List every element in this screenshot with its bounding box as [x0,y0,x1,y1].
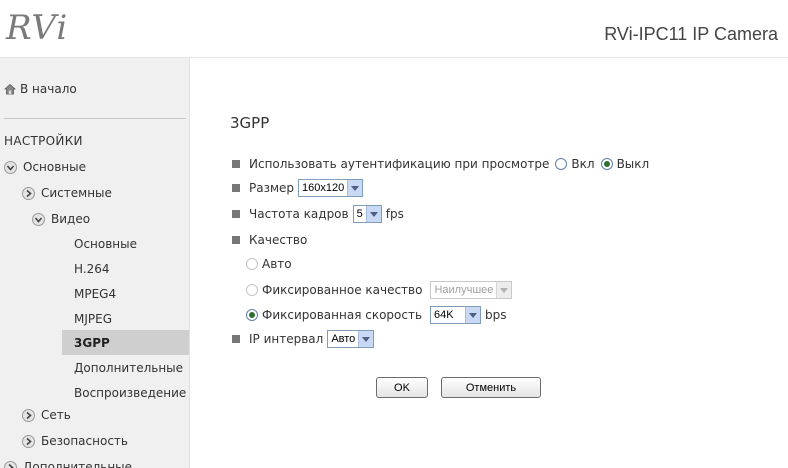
sidebar-divider [4,118,186,119]
bitrate-select-value: 64K [434,309,454,321]
ip-interval-select[interactable]: Авто [327,330,375,348]
framerate-select[interactable]: 5 [352,205,382,223]
sidebar-subitem-label: MJPEG [74,311,113,326]
chevron-down-icon [4,160,17,174]
rvi-logo: RVi [6,8,69,48]
sidebar-subitem-label: H.264 [74,261,110,276]
bitrate-fixed-radio[interactable] [246,309,258,321]
size-select[interactable]: 160x120 [298,179,364,197]
quality-row: Качество [232,230,307,250]
home-icon [3,83,17,95]
sidebar-item-label: Видео [51,212,91,226]
bitrate-unit: bps [485,308,507,322]
sidebar-item-basic[interactable]: Основные [4,156,86,178]
product-title: RVi-IPC11 IP Camera [604,24,778,44]
framerate-select-value: 5 [356,208,363,220]
sidebar-item-video-basic[interactable]: Основные [62,231,189,256]
sidebar-item-label: Сеть [41,408,71,422]
quality-fixed-row: Фиксированное качество Наилучшее [246,280,516,300]
auth-row: Использовать аутентификацию при просмотр… [232,154,649,174]
auth-on-radio[interactable] [555,158,568,170]
quality-label: Качество [249,233,308,247]
size-label: Размер [249,181,295,195]
sidebar-subitem-label: Основные [74,236,138,251]
bullet-icon [232,210,240,218]
quality-fixed-radio[interactable] [246,284,258,296]
sidebar-item-network[interactable]: Сеть [22,404,71,426]
chevron-right-icon [22,434,35,448]
page-header: RVi RVi-IPC11 IP Camera [0,0,788,58]
sidebar-item-3gpp[interactable]: 3GPP [62,330,189,355]
ip-interval-label: IP интервал [249,332,324,346]
chevron-down-icon [365,206,381,222]
sidebar-section-title: НАСТРОЙКИ [4,134,83,148]
chevron-down-icon [347,180,363,196]
quality-auto-radio[interactable] [246,258,258,270]
auth-off-radio[interactable] [600,158,613,170]
ip-interval-row: IP интервал Авто [232,329,378,349]
bullet-icon [232,236,240,244]
bitrate-fixed-row: Фиксированная скорость 64K bps [246,305,507,325]
bullet-icon [232,184,240,192]
chevron-right-icon [22,408,35,422]
sidebar-item-advanced[interactable]: Дополнительные [62,355,189,380]
sidebar-item-mjpeg[interactable]: MJPEG [62,306,189,331]
auth-label: Использовать аутентификацию при просмотр… [249,157,550,171]
chevron-right-icon [4,460,17,468]
size-row: Размер 160x120 [232,178,367,198]
sidebar-item-label: Дополнительные [23,460,133,468]
quality-fixed-select[interactable]: Наилучшее [430,281,513,299]
sidebar-subitem-label: Дополнительные [74,360,184,375]
bitrate-fixed-label: Фиксированная скорость [262,308,423,322]
size-select-value: 160x120 [302,182,345,194]
sidebar-item-label: Основные [23,160,87,174]
sidebar-item-security[interactable]: Безопасность [22,430,128,452]
quality-fixed-label: Фиксированное качество [262,283,423,297]
sidebar-item-mpeg4[interactable]: MPEG4 [62,281,189,306]
sidebar-item-h264[interactable]: H.264 [62,256,189,281]
framerate-row: Частота кадров 5 fps [232,204,404,224]
main-panel: 3GPP Использовать аутентификацию при про… [190,58,788,468]
quality-auto-label: Авто [262,257,292,271]
sidebar-item-home[interactable]: В начало [3,82,77,96]
chevron-down-icon [465,307,481,323]
bullet-icon [232,335,240,343]
sidebar-item-playback[interactable]: Воспроизведение [62,380,189,405]
sidebar-subitem-label: 3GPP [74,335,110,350]
ok-button[interactable]: OK [376,377,428,398]
chevron-down-icon [496,282,512,298]
bullet-icon [232,160,240,168]
sidebar-item-system[interactable]: Системные [22,182,112,204]
chevron-down-icon [32,212,45,226]
framerate-label: Частота кадров [249,207,349,221]
bitrate-select[interactable]: 64K [430,306,482,324]
sidebar-item-video[interactable]: Видео [32,208,90,230]
sidebar-subitem-label: MPEG4 [74,286,117,301]
framerate-unit: fps [385,207,404,221]
sidebar-item-additional[interactable]: Дополнительные [4,456,132,468]
sidebar: В начало НАСТРОЙКИ Основные Системные Ви… [0,58,190,468]
page-title: 3GPP [230,114,270,132]
chevron-down-icon [358,331,374,347]
chevron-right-icon [22,186,35,200]
sidebar-subitem-label: Воспроизведение [74,385,187,400]
auth-off-label: Выкл [616,157,650,171]
cancel-button[interactable]: Отменить [441,377,541,398]
quality-auto-row: Авто [246,254,292,274]
home-label: В начало [20,82,77,96]
quality-fixed-select-value: Наилучшее [434,284,494,296]
sidebar-item-label: Безопасность [41,434,128,448]
ip-interval-select-value: Авто [331,333,356,345]
sidebar-item-label: Системные [41,186,112,200]
auth-on-label: Вкл [571,157,595,171]
